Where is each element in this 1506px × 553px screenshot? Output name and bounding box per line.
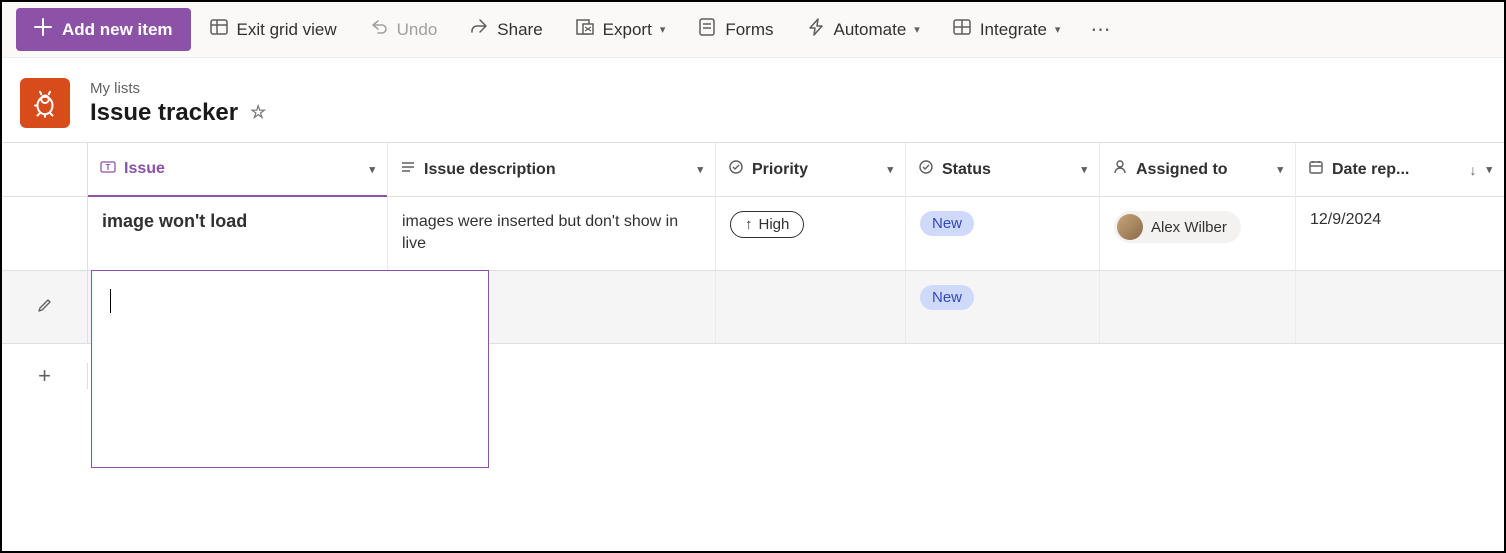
chevron-down-icon: ▾ [660, 23, 666, 36]
grid-header-row: T Issue ▾ Issue description ▾ Priority [2, 143, 1504, 197]
column-header-assigned-label: Assigned to [1136, 161, 1228, 179]
chevron-down-icon[interactable]: ▾ [1277, 163, 1283, 176]
list-title-text: Issue tracker [90, 99, 238, 127]
column-header-description-label: Issue description [424, 161, 556, 179]
status-pill[interactable]: New [920, 285, 974, 310]
title-field-icon: T [100, 159, 116, 180]
cell-issue-title[interactable]: image won't load [102, 211, 247, 232]
add-new-item-button[interactable]: Add new item [16, 8, 191, 51]
choice-field-icon [918, 159, 934, 180]
chevron-down-icon[interactable]: ▾ [369, 163, 375, 176]
column-header-status-label: Status [942, 161, 991, 179]
text-field-icon [400, 159, 416, 180]
breadcrumb[interactable]: My lists [90, 80, 266, 97]
automate-label: Automate [834, 20, 907, 40]
chevron-down-icon[interactable]: ▾ [887, 163, 893, 176]
row-gutter[interactable] [2, 197, 88, 270]
share-button[interactable]: Share [455, 9, 556, 50]
export-button[interactable]: Export ▾ [561, 9, 680, 50]
integrate-icon [952, 17, 972, 42]
column-header-status[interactable]: Status ▾ [906, 143, 1099, 197]
gutter-header [2, 143, 88, 197]
chevron-down-icon: ▾ [914, 23, 920, 36]
table-row[interactable]: image won't load images were inserted bu… [2, 197, 1504, 271]
pencil-icon [37, 297, 53, 317]
list-meta: My lists Issue tracker ☆ [90, 80, 266, 127]
cell-editor[interactable] [91, 270, 489, 468]
chevron-down-icon[interactable]: ▾ [1081, 163, 1087, 176]
edit-row-gutter[interactable] [2, 271, 88, 343]
column-header-description[interactable]: Issue description ▾ [388, 143, 715, 197]
data-grid: T Issue ▾ Issue description ▾ Priority [2, 142, 1504, 408]
svg-text:T: T [106, 163, 111, 172]
exit-grid-view-label: Exit grid view [237, 20, 337, 40]
undo-label: Undo [397, 20, 438, 40]
forms-label: Forms [725, 20, 773, 40]
assigned-name: Alex Wilber [1151, 219, 1227, 236]
automate-button[interactable]: Automate ▾ [792, 9, 934, 50]
column-header-assigned[interactable]: Assigned to ▾ [1100, 143, 1295, 197]
undo-icon [369, 17, 389, 42]
priority-value: High [759, 216, 790, 233]
forms-button[interactable]: Forms [683, 9, 787, 50]
priority-pill[interactable]: ↑ High [730, 211, 804, 238]
chevron-down-icon[interactable]: ▾ [1486, 163, 1492, 176]
share-label: Share [497, 20, 542, 40]
column-header-date[interactable]: Date rep... ↓ ▾ [1296, 143, 1504, 197]
exit-grid-view-button[interactable]: Exit grid view [195, 9, 351, 50]
column-header-issue[interactable]: T Issue ▾ [88, 143, 387, 197]
column-header-issue-label: Issue [124, 160, 165, 178]
plus-icon [34, 18, 52, 41]
list-title: Issue tracker ☆ [90, 99, 266, 127]
editing-cell-status[interactable]: New [906, 271, 1100, 343]
export-label: Export [603, 20, 652, 40]
chevron-down-icon[interactable]: ▾ [697, 163, 703, 176]
person-field-icon [1112, 159, 1128, 180]
grid-view-icon [209, 17, 229, 42]
person-chip[interactable]: Alex Wilber [1114, 211, 1241, 243]
column-header-priority-label: Priority [752, 161, 808, 179]
arrow-up-icon: ↑ [745, 216, 753, 233]
column-header-priority[interactable]: Priority ▾ [716, 143, 905, 197]
column-header-date-label: Date rep... [1332, 161, 1409, 179]
table-row-editing[interactable]: New [2, 271, 1504, 344]
editing-cell-assigned[interactable] [1100, 271, 1296, 343]
integrate-button[interactable]: Integrate ▾ [938, 9, 1075, 50]
sort-arrow-down-icon: ↓ [1469, 162, 1476, 178]
text-cursor [110, 289, 111, 313]
integrate-label: Integrate [980, 20, 1047, 40]
export-icon [575, 17, 595, 42]
add-new-item-label: Add new item [62, 20, 173, 40]
chevron-down-icon: ▾ [1055, 23, 1061, 36]
add-row-button[interactable]: + [2, 363, 88, 389]
toolbar: Add new item Exit grid view Undo Share E… [2, 2, 1504, 58]
list-icon [20, 78, 70, 128]
editing-cell-date[interactable] [1296, 271, 1504, 343]
automate-icon [806, 17, 826, 42]
share-icon [469, 17, 489, 42]
date-field-icon [1308, 159, 1324, 180]
list-header: My lists Issue tracker ☆ [2, 58, 1504, 142]
forms-icon [697, 17, 717, 42]
favorite-star-icon[interactable]: ☆ [250, 102, 266, 123]
cell-date[interactable]: 12/9/2024 [1310, 211, 1381, 229]
cell-description[interactable]: images were inserted but don't show in l… [402, 211, 701, 256]
choice-field-icon [728, 159, 744, 180]
undo-button[interactable]: Undo [355, 9, 452, 50]
more-actions-button[interactable]: ⋯ [1078, 17, 1124, 42]
status-pill[interactable]: New [920, 211, 974, 236]
avatar [1117, 214, 1143, 240]
plus-icon: + [38, 363, 51, 389]
editing-cell-priority[interactable] [716, 271, 906, 343]
